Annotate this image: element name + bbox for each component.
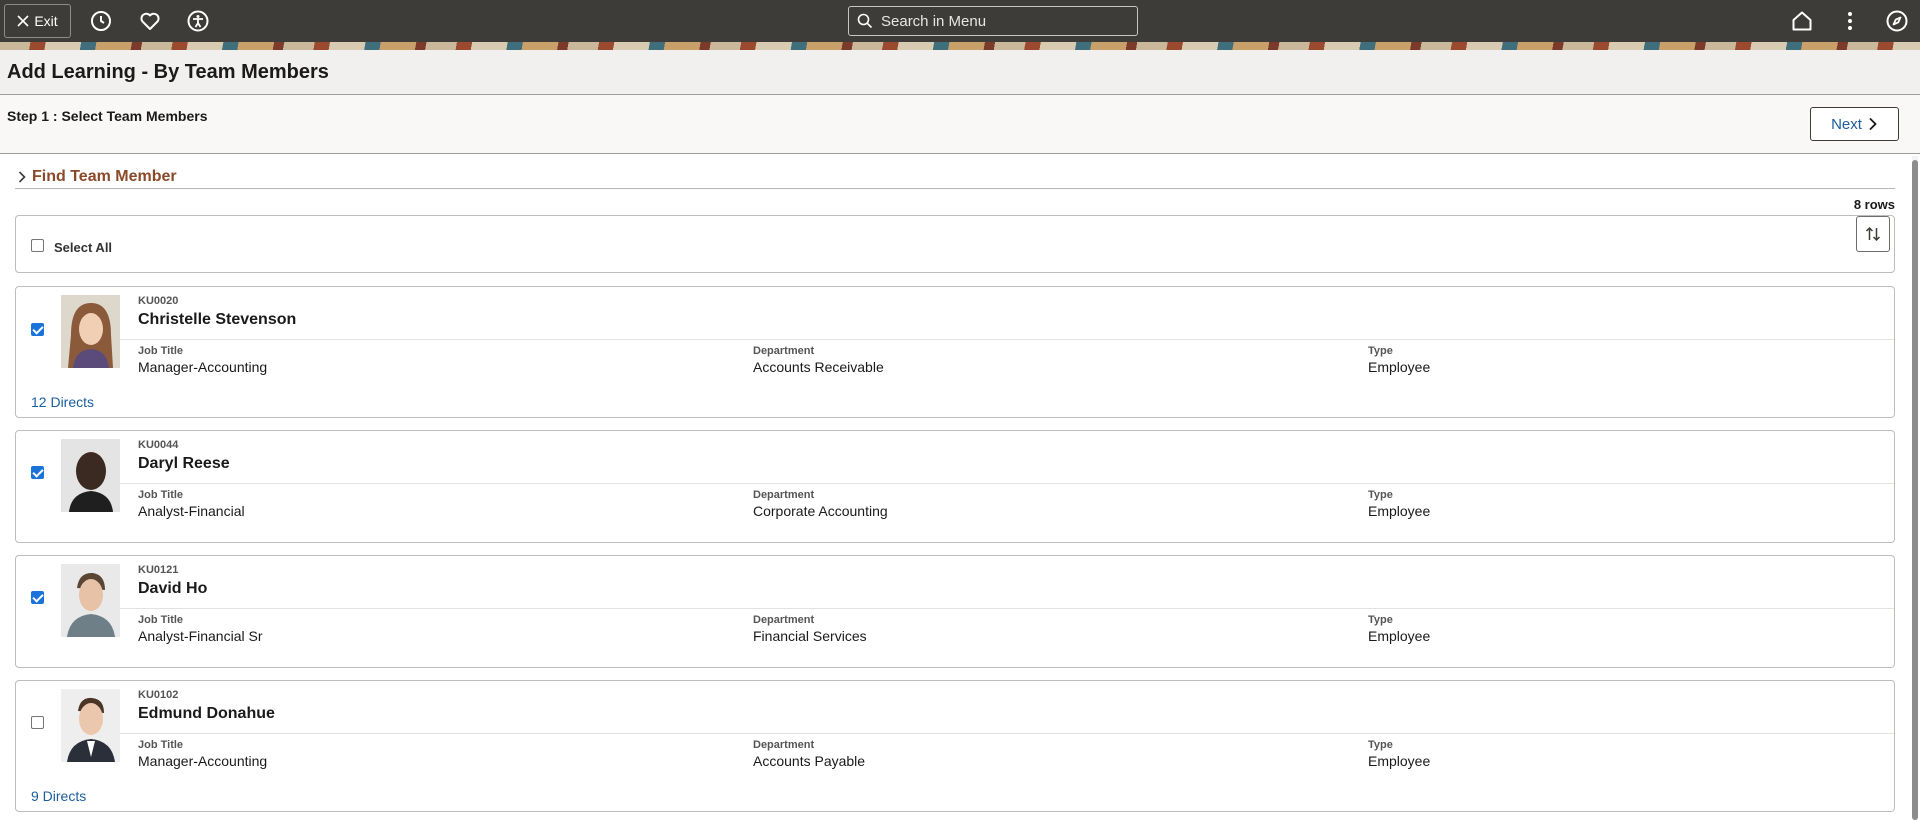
employee-name: David Ho [138, 580, 208, 597]
next-button[interactable]: Next [1810, 107, 1899, 141]
job-title-label: Job Title [138, 345, 184, 357]
department-value: Accounts Payable [753, 753, 866, 769]
type-value: Employee [1368, 753, 1431, 769]
step-bar: Step 1 : Select Team Members Next [0, 95, 1920, 154]
type-label: Type [1368, 614, 1393, 626]
sort-arrows-icon [1865, 226, 1881, 242]
recent-history-icon[interactable] [89, 9, 113, 33]
top-bar: Exit [0, 0, 1920, 42]
type-label: Type [1368, 739, 1393, 751]
type-label: Type [1368, 489, 1393, 501]
team-member-card: KU0020 Christelle Stevenson Job Title Ma… [15, 286, 1895, 418]
page-title: Add Learning - By Team Members [7, 61, 329, 83]
avatar [61, 439, 120, 512]
department-value: Accounts Receivable [753, 359, 884, 375]
card-divider [120, 608, 1894, 609]
row-count: 8 rows [1853, 197, 1895, 212]
home-icon[interactable] [1790, 9, 1814, 33]
department-label: Department [753, 489, 815, 501]
search-icon [857, 13, 873, 29]
member-select-checkbox[interactable] [31, 591, 44, 604]
navigator-compass-icon[interactable] [1885, 9, 1909, 33]
exit-label: Exit [34, 13, 58, 29]
exit-button[interactable]: Exit [4, 4, 71, 38]
search-input[interactable] [879, 11, 1133, 31]
card-divider [120, 339, 1894, 340]
card-divider [120, 483, 1894, 484]
type-value: Employee [1368, 628, 1431, 644]
type-value: Employee [1368, 503, 1431, 519]
avatar [61, 564, 120, 637]
avatar [61, 689, 120, 762]
chevron-right-icon [18, 171, 26, 183]
member-select-checkbox[interactable] [31, 466, 44, 479]
directs-link[interactable]: 12 Directs [31, 394, 94, 410]
department-label: Department [753, 614, 815, 626]
title-bar: Add Learning - By Team Members [0, 50, 1920, 95]
card-divider [120, 733, 1894, 734]
accessibility-icon[interactable] [186, 9, 210, 33]
next-label: Next [1831, 115, 1862, 133]
avatar [61, 295, 120, 368]
member-select-checkbox[interactable] [31, 716, 44, 729]
employee-id: KU0102 [138, 689, 179, 701]
scrollbar-thumb[interactable] [1912, 160, 1918, 820]
job-title-value: Manager-Accounting [138, 359, 268, 375]
chevron-right-icon [1869, 117, 1877, 131]
employee-id: KU0020 [138, 295, 179, 307]
job-title-value: Analyst-Financial [138, 503, 245, 519]
find-team-member-section[interactable]: Find Team Member [15, 166, 1895, 189]
employee-name: Daryl Reese [138, 455, 230, 472]
job-title-label: Job Title [138, 739, 184, 751]
step-label: Step 1 : Select Team Members [7, 108, 208, 124]
job-title-value: Manager-Accounting [138, 753, 268, 769]
job-title-value: Analyst-Financial Sr [138, 628, 263, 644]
employee-id: KU0121 [138, 564, 179, 576]
department-label: Department [753, 739, 815, 751]
select-all-checkbox[interactable] [31, 239, 44, 252]
department-label: Department [753, 345, 815, 357]
team-member-card: KU0044 Daryl Reese Job Title Analyst-Fin… [15, 430, 1895, 543]
department-value: Financial Services [753, 628, 867, 644]
team-member-card: KU0121 David Ho Job Title Analyst-Financ… [15, 555, 1895, 668]
job-title-label: Job Title [138, 489, 184, 501]
employee-name: Edmund Donahue [138, 705, 275, 722]
find-team-member-title: Find Team Member [32, 168, 177, 185]
department-value: Corporate Accounting [753, 503, 888, 519]
decorative-banner [0, 42, 1920, 50]
team-member-card: KU0102 Edmund Donahue Job Title Manager-… [15, 680, 1895, 812]
member-select-checkbox[interactable] [31, 323, 44, 336]
more-options-icon[interactable] [1838, 9, 1862, 33]
type-label: Type [1368, 345, 1393, 357]
type-value: Employee [1368, 359, 1431, 375]
search-menu-box[interactable] [848, 6, 1138, 36]
employee-name: Christelle Stevenson [138, 311, 297, 328]
directs-link[interactable]: 9 Directs [31, 788, 86, 804]
close-icon [17, 15, 29, 27]
select-all-label: Select All [54, 240, 113, 255]
employee-id: KU0044 [138, 439, 179, 451]
select-all-panel: Select All [15, 215, 1895, 273]
sort-button[interactable] [1856, 216, 1890, 252]
job-title-label: Job Title [138, 614, 184, 626]
favorites-heart-icon[interactable] [138, 9, 162, 33]
